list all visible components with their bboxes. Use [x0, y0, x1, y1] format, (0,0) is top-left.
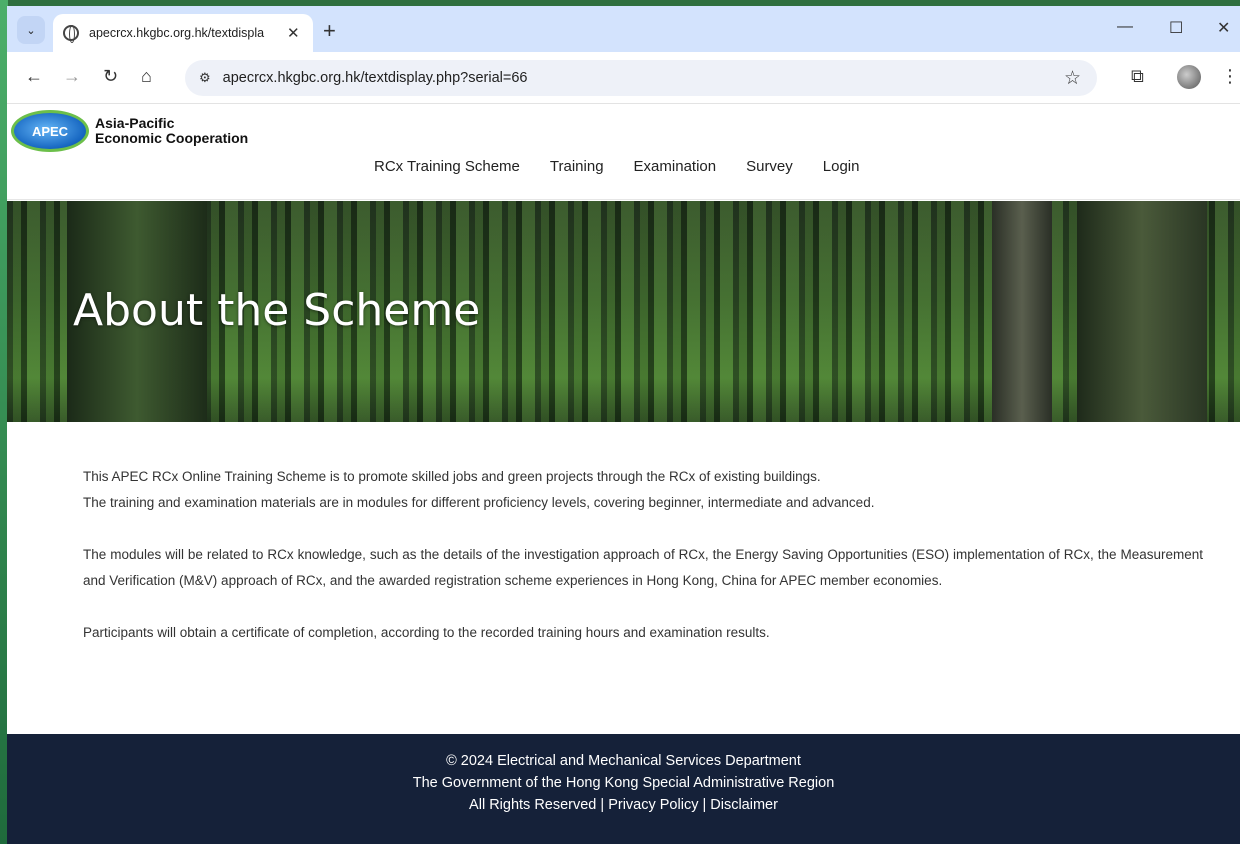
browser-tab[interactable]: apecrcx.hkgbc.org.hk/textdispla ✕	[53, 14, 313, 52]
footer-government: The Government of the Hong Kong Special …	[412, 775, 835, 791]
intro-line2: The training and examination materials a…	[83, 495, 875, 510]
apec-logo[interactable]: APEC Asia-Pacific Economic Cooperation	[11, 110, 248, 152]
footer-links[interactable]: All Rights Reserved | Privacy Policy | D…	[7, 794, 1240, 816]
site-info-icon[interactable]: ⚙	[199, 70, 211, 86]
url-text: apecrcx.hkgbc.org.hk/textdisplay.php?ser…	[222, 70, 528, 86]
tree-trunk	[1077, 201, 1207, 422]
nav-login[interactable]: Login	[823, 158, 860, 175]
nav-training[interactable]: Training	[550, 158, 604, 175]
footer-copyright: © 2024 Electrical and Mechanical Service…	[446, 753, 801, 769]
modules-paragraph: The modules will be related to RCx knowl…	[83, 547, 1203, 588]
site-footer: © 2024 Electrical and Mechanical Service…	[7, 734, 1240, 844]
globe-icon	[63, 25, 79, 43]
bookmark-star-icon[interactable]: ☆	[1064, 67, 1081, 90]
new-tab-icon[interactable]: +	[323, 18, 336, 44]
reload-icon[interactable]: ↻	[103, 66, 118, 87]
nav-examination[interactable]: Examination	[634, 158, 717, 175]
intro-line1: This APEC RCx Online Training Scheme is …	[83, 469, 821, 484]
tab-title: apecrcx.hkgbc.org.hk/textdispla	[89, 26, 265, 40]
close-tab-icon[interactable]: ✕	[287, 24, 300, 42]
certificate-paragraph: Participants will obtain a certificate o…	[83, 625, 770, 640]
forward-icon[interactable]: →	[63, 66, 81, 87]
maximize-icon[interactable]: ☐	[1169, 18, 1183, 38]
minimize-icon[interactable]: —	[1117, 18, 1133, 36]
main-content: This APEC RCx Online Training Scheme is …	[83, 464, 1203, 672]
window-close-icon[interactable]: ✕	[1217, 18, 1230, 38]
site-header: APEC Asia-Pacific Economic Cooperation R…	[7, 104, 1240, 200]
main-nav: RCx Training Scheme Training Examination…	[374, 158, 889, 175]
tree-trunk	[992, 201, 1052, 422]
hero-banner: About the Scheme	[7, 201, 1240, 422]
home-icon[interactable]: ⌂	[141, 66, 152, 87]
profile-avatar[interactable]	[1177, 65, 1201, 89]
extensions-icon[interactable]: ⧉	[1131, 66, 1144, 87]
logo-line2: Economic Cooperation	[95, 130, 249, 146]
back-icon[interactable]: ←	[25, 66, 43, 87]
browser-window: ⌄ apecrcx.hkgbc.org.hk/textdispla ✕ + — …	[7, 6, 1240, 844]
address-bar[interactable]: ⚙ apecrcx.hkgbc.org.hk/textdisplay.php?s…	[185, 60, 1097, 96]
apec-logo-mark: APEC	[11, 110, 89, 152]
browser-toolbar: ← → ↻ ⌂ ⚙ apecrcx.hkgbc.org.hk/textdispl…	[7, 52, 1240, 104]
intro-paragraph: This APEC RCx Online Training Scheme is …	[83, 464, 1203, 516]
page-title: About the Scheme	[73, 285, 481, 336]
tab-strip: ⌄ apecrcx.hkgbc.org.hk/textdispla ✕ + — …	[7, 6, 1240, 52]
tab-search-chevron-icon[interactable]: ⌄	[17, 16, 45, 44]
nav-survey[interactable]: Survey	[746, 158, 793, 175]
nav-rcx-training-scheme[interactable]: RCx Training Scheme	[374, 158, 520, 175]
apec-logo-text: Asia-Pacific Economic Cooperation	[95, 116, 248, 146]
menu-dots-icon[interactable]: ⋮	[1221, 66, 1239, 87]
logo-line1: Asia-Pacific	[95, 115, 175, 131]
